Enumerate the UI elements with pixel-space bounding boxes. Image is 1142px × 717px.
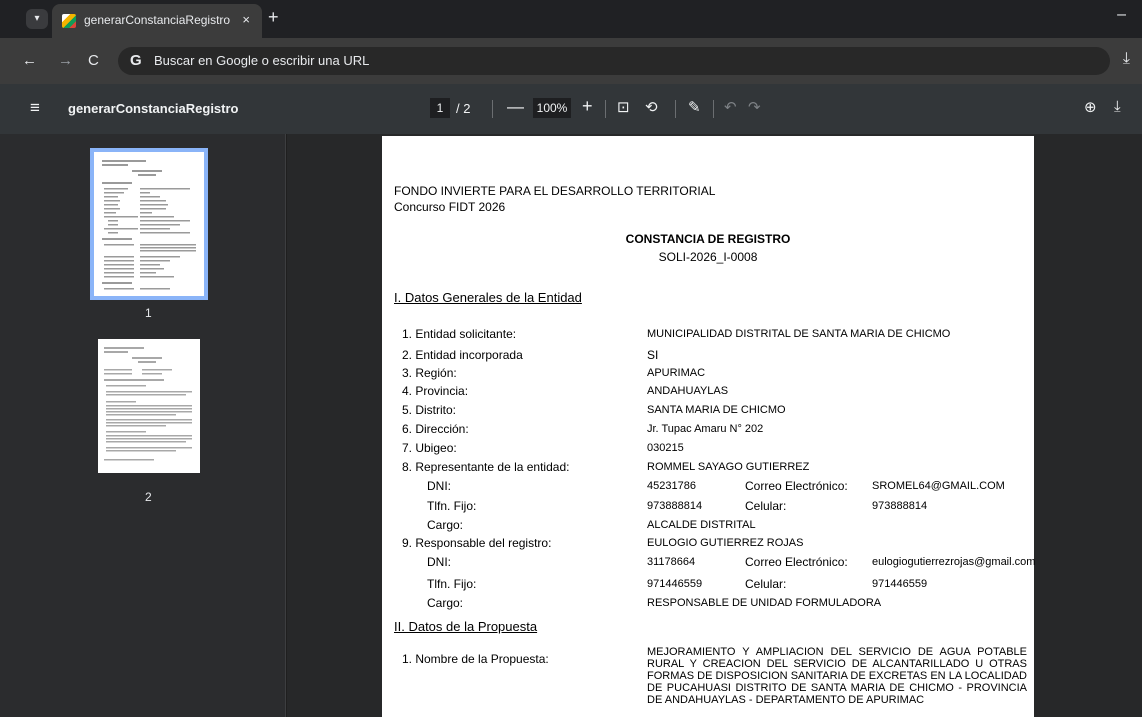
field-value: ANDAHUAYLAS <box>647 385 729 397</box>
field-label: 7. Ubigeo: <box>402 441 457 455</box>
zoom-in-button[interactable]: + <box>582 96 593 117</box>
resp-role: RESPONSABLE DE UNIDAD FORMULADORA <box>647 597 882 609</box>
resp-cell-label: Celular: <box>745 577 787 591</box>
rep-role-label: Cargo: <box>427 518 464 532</box>
resp-phone: 971446559 <box>647 578 703 590</box>
address-input[interactable]: Buscar en Google o escribir una URL <box>154 53 369 68</box>
field-value: 030215 <box>647 442 684 454</box>
pdf-viewer[interactable]: FONDO INVIERTE PARA EL DESARROLLO TERRIT… <box>287 134 1142 717</box>
divider <box>605 100 606 118</box>
thumbnail-preview <box>102 160 196 290</box>
field-label: 1. Nombre de la Propuesta: <box>402 652 549 666</box>
field-value: ROMMEL SAYAGO GUTIERREZ <box>647 461 810 473</box>
thumbnail-sidebar: 1 2 <box>0 134 286 717</box>
pdf-page: FONDO INVIERTE PARA EL DESARROLLO TERRIT… <box>382 136 1036 717</box>
browser-toolbar: ← → C G Buscar en Google o escribir una … <box>0 38 1142 84</box>
menu-icon[interactable]: ≡ <box>30 98 40 118</box>
rep-email: SROMEL64@GMAIL.COM <box>872 480 1005 492</box>
annotate-icon[interactable]: ✎ <box>688 98 701 116</box>
field-value: SI <box>647 348 659 362</box>
field-label: 8. Representante de la entidad: <box>402 460 570 474</box>
field-label: 6. Dirección: <box>402 422 469 436</box>
thumbnail-page-number: 2 <box>145 490 152 504</box>
download-icon[interactable]: ⤓ <box>1123 50 1130 68</box>
minimize-button[interactable]: – <box>1117 6 1126 24</box>
rep-phone-label: Tlfn. Fijo: <box>427 499 477 513</box>
resp-dni-label: DNI: <box>427 555 451 569</box>
rep-cell: 973888814 <box>872 500 928 512</box>
doc-heading: CONSTANCIA DE REGISTRO <box>625 232 791 246</box>
field-value: Jr. Tupac Amaru N° 202 <box>647 423 764 435</box>
field-value: SANTA MARIA DE CHICMO <box>647 404 786 416</box>
rep-role: ALCALDE DISTRITAL <box>647 519 756 531</box>
tab-close-icon[interactable]: × <box>242 12 250 27</box>
doc-contest: Concurso FIDT 2026 <box>394 200 506 214</box>
field-label: 4. Provincia: <box>402 384 469 398</box>
rotate-icon[interactable]: ⟲ <box>645 98 658 116</box>
field-label: 1. Entidad solicitante: <box>402 327 517 341</box>
doc-code: SOLI-2026_I-0008 <box>658 250 758 264</box>
thumbnail-page-number: 1 <box>145 306 152 320</box>
resp-email: eulogiogutierrezrojas@gmail.com <box>872 556 1036 568</box>
zoom-input[interactable]: 100% <box>533 98 571 118</box>
field-label: 2. Entidad incorporada <box>402 348 523 362</box>
proposal-name: MEJORAMIENTO Y AMPLIACION DEL SERVICIO D… <box>647 646 1027 706</box>
resp-cell: 971446559 <box>872 578 928 590</box>
google-icon: G <box>130 52 142 69</box>
new-tab-button[interactable]: + <box>268 7 279 28</box>
rep-dni: 45231786 <box>647 480 696 492</box>
tab-active[interactable]: generarConstanciaRegistro × <box>52 4 262 38</box>
rep-dni-label: DNI: <box>427 479 451 493</box>
divider <box>675 100 676 118</box>
field-value: EULOGIO GUTIERREZ ROJAS <box>647 537 804 549</box>
doc-org: FONDO INVIERTE PARA EL DESARROLLO TERRIT… <box>394 184 716 198</box>
rep-email-label: Correo Electrónico: <box>745 479 848 493</box>
field-label: 5. Distrito: <box>402 403 457 417</box>
tab-title: generarConstanciaRegistro <box>84 13 231 27</box>
save-to-drive-icon[interactable]: ⊕ <box>1084 98 1097 116</box>
pdf-toolbar: ≡ generarConstanciaRegistro 1 / 2 — 100%… <box>0 84 1142 134</box>
field-value: APURIMAC <box>647 367 706 379</box>
tab-search-button[interactable]: ▾ <box>26 9 48 29</box>
page-thumbnail[interactable] <box>98 339 200 473</box>
browser-window: ▾ generarConstanciaRegistro × + – ← → C … <box>0 0 1142 717</box>
tab-strip: ▾ generarConstanciaRegistro × + – <box>0 0 1142 38</box>
favicon-icon <box>62 14 76 28</box>
fit-page-icon[interactable]: ⊡ <box>617 98 630 116</box>
resp-role-label: Cargo: <box>427 596 464 610</box>
field-label: 3. Región: <box>402 366 457 380</box>
reload-icon[interactable]: C <box>88 52 99 69</box>
zoom-out-button[interactable]: — <box>507 97 524 117</box>
divider <box>713 100 714 118</box>
rep-phone: 973888814 <box>647 500 703 512</box>
address-bar[interactable]: G Buscar en Google o escribir una URL <box>118 47 1110 75</box>
rep-cell-label: Celular: <box>745 499 787 513</box>
field-label: 9. Responsable del registro: <box>402 536 552 550</box>
resp-email-label: Correo Electrónico: <box>745 555 848 569</box>
pdf-title: generarConstanciaRegistro <box>68 101 239 116</box>
section-title: II. Datos de la Propuesta <box>394 619 538 634</box>
section-title: I. Datos Generales de la Entidad <box>394 290 582 305</box>
chevron-down-icon: ▾ <box>34 13 40 24</box>
redo-icon[interactable]: ↷ <box>748 98 761 116</box>
undo-icon[interactable]: ↶ <box>724 98 737 116</box>
resp-dni: 31178664 <box>647 556 696 568</box>
forward-icon[interactable]: → <box>58 52 73 69</box>
page-thumbnail[interactable] <box>90 148 208 300</box>
divider <box>492 100 493 118</box>
page-total: / 2 <box>456 101 471 116</box>
thumbnail-preview <box>104 347 192 461</box>
download-icon[interactable]: ⤓ <box>1114 98 1121 115</box>
field-value: MUNICIPALIDAD DISTRITAL DE SANTA MARIA D… <box>647 328 951 340</box>
resp-phone-label: Tlfn. Fijo: <box>427 577 477 591</box>
back-icon[interactable]: ← <box>22 52 37 69</box>
page-number-input[interactable]: 1 <box>430 98 450 118</box>
